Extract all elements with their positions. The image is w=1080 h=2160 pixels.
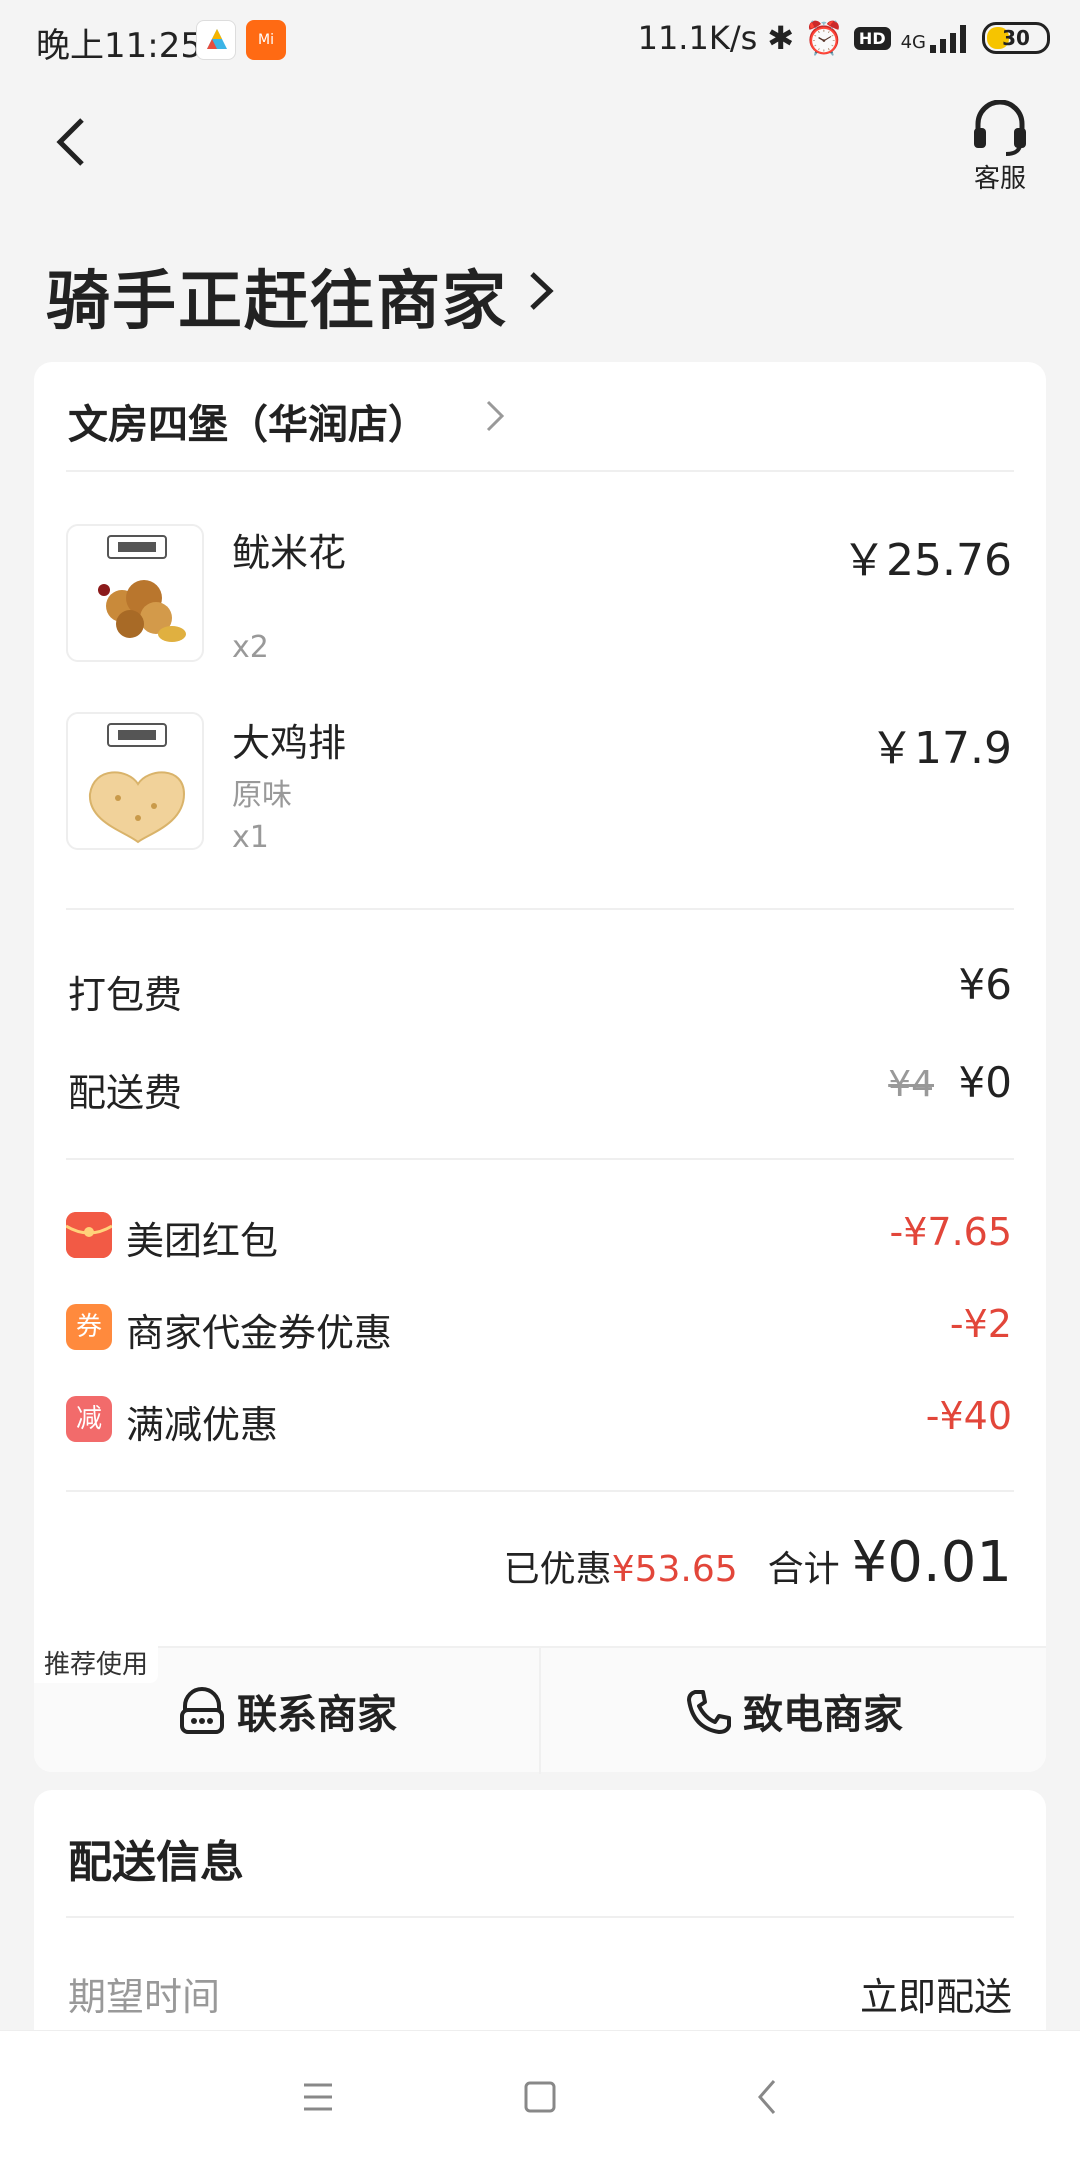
red-packet-icon bbox=[65, 1212, 113, 1258]
phone-icon bbox=[687, 1690, 731, 1734]
alarm-icon: ⏰ bbox=[804, 19, 844, 57]
discount-value: -¥7.65 bbox=[889, 1210, 1013, 1254]
discount-value: -¥2 bbox=[949, 1302, 1012, 1346]
hd-icon: HD bbox=[853, 26, 891, 50]
discount-label: 商家代金券优惠 bbox=[126, 1311, 393, 1355]
back-button[interactable] bbox=[52, 112, 102, 172]
item-name: 鱿米花 bbox=[232, 531, 347, 575]
total-value: ¥0.01 bbox=[851, 1530, 1012, 1595]
status-time: 晚上11:25 bbox=[36, 26, 202, 66]
battery-icon: 30 bbox=[982, 22, 1050, 54]
merchant-actions: 推荐使用 联系商家 致电商家 bbox=[34, 1642, 1046, 1774]
order-card: 文房四堡（华润店） 鱿米花 x2 ￥25.76 大鸡排 原味 x1 ￥17.9 … bbox=[34, 362, 1046, 1774]
divider bbox=[66, 1916, 1014, 1918]
status-right: 11.1K/s ✱ ⏰ HD 4G 30 bbox=[638, 18, 1050, 58]
system-nav-bar bbox=[0, 2030, 1080, 2160]
signal-icon: 4G bbox=[901, 23, 972, 53]
divider bbox=[66, 908, 1014, 910]
item-option: 原味 bbox=[232, 778, 292, 813]
packing-fee-label: 打包费 bbox=[68, 973, 183, 1017]
back-nav-icon[interactable] bbox=[746, 2075, 790, 2119]
bluetooth-icon: ✱ bbox=[767, 19, 795, 57]
shop-chevron-right-icon bbox=[486, 400, 505, 432]
expected-time-label: 期望时间 bbox=[68, 1975, 221, 2019]
delivery-fee-value: ¥0 bbox=[958, 1058, 1012, 1107]
delivery-info-title: 配送信息 bbox=[68, 1837, 244, 1888]
customer-service-button[interactable]: 客服 bbox=[960, 100, 1040, 194]
chat-headset-icon bbox=[180, 1687, 224, 1734]
discount-label: 美团红包 bbox=[126, 1219, 279, 1263]
delivery-fee-label: 配送费 bbox=[68, 1071, 183, 1115]
divider bbox=[66, 1490, 1014, 1492]
divider bbox=[66, 1158, 1014, 1160]
discount-label: 满减优惠 bbox=[126, 1403, 279, 1447]
item-qty: x1 bbox=[232, 820, 269, 855]
expected-time-value: 立即配送 bbox=[859, 1975, 1012, 2019]
mi-notification-icon: Mi bbox=[246, 20, 286, 60]
contact-merchant-button[interactable]: 联系商家 bbox=[34, 1648, 540, 1774]
item-price: ￥25.76 bbox=[842, 535, 1012, 586]
customer-service-label: 客服 bbox=[973, 164, 1026, 194]
net-speed: 11.1K/s bbox=[637, 19, 758, 57]
app-notification-icon bbox=[196, 20, 236, 60]
order-status-title[interactable]: 骑手正赶往商家 bbox=[46, 250, 508, 342]
delivery-fee-original: ¥4 bbox=[888, 1064, 934, 1105]
item-image-chicken-cutlet[interactable] bbox=[66, 712, 204, 850]
total-label: 合计 bbox=[767, 1549, 840, 1590]
signal-label: 4G bbox=[900, 32, 926, 53]
divider bbox=[66, 470, 1014, 472]
order-summary: 已优惠 ¥53.65 合计 ¥0.01 bbox=[504, 1530, 1012, 1610]
contact-merchant-label: 联系商家 bbox=[237, 1692, 397, 1738]
coupon-icon: 券 bbox=[66, 1304, 112, 1350]
saved-value: ¥53.65 bbox=[611, 1549, 738, 1590]
chevron-right-icon bbox=[530, 272, 554, 310]
item-price: ￥17.9 bbox=[870, 723, 1012, 774]
delivery-info-card: 配送信息 期望时间 立即配送 bbox=[34, 1790, 1046, 2050]
chevron-left-icon bbox=[56, 118, 84, 166]
home-icon[interactable] bbox=[518, 2075, 562, 2119]
discount-value: -¥40 bbox=[925, 1394, 1012, 1438]
shop-name[interactable]: 文房四堡（华润店） bbox=[68, 392, 428, 450]
call-merchant-label: 致电商家 bbox=[743, 1692, 903, 1738]
saved-label: 已优惠 bbox=[503, 1549, 612, 1590]
call-merchant-button[interactable]: 致电商家 bbox=[540, 1648, 1046, 1774]
item-image-squid-popcorn[interactable] bbox=[66, 524, 204, 662]
full-reduction-icon: 减 bbox=[66, 1396, 112, 1442]
status-bar: 晚上11:25 Mi 11.1K/s ✱ ⏰ HD 4G 30 bbox=[0, 0, 1080, 76]
item-qty: x2 bbox=[232, 630, 269, 665]
menu-icon[interactable] bbox=[296, 2075, 340, 2119]
item-name: 大鸡排 bbox=[232, 721, 347, 765]
packing-fee-value: ¥6 bbox=[958, 960, 1012, 1009]
headset-icon bbox=[974, 100, 1026, 156]
